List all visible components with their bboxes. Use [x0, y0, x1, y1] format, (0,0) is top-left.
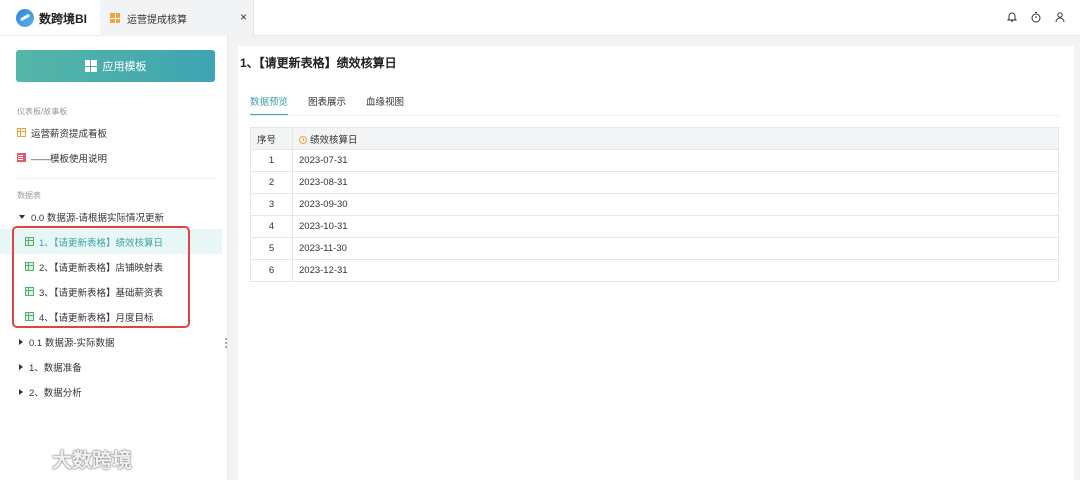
user-icon[interactable] [1054, 11, 1066, 23]
sidebar-item-template-guide[interactable]: ——模板使用说明 [0, 145, 222, 170]
table-row: 2 2023-08-31 [250, 171, 1059, 194]
timer-icon[interactable] [1030, 11, 1042, 23]
cell-date: 2023-10-31 [292, 215, 1059, 238]
document-icon [17, 153, 26, 162]
content-tabs: 数据预览 图表展示 血缘视图 [250, 94, 424, 116]
folder-datasource-actual[interactable]: 0.1 数据源-实际数据 [0, 329, 222, 354]
tab-chart-display[interactable]: 图表展示 [308, 94, 346, 116]
caret-right-icon[interactable] [19, 338, 23, 345]
section-dashboards-label: 仪表板/故事板 [17, 107, 68, 116]
app-logo[interactable]: 数跨境BI [0, 0, 100, 36]
row-index: 1 [250, 149, 293, 172]
sidebar: 应用模板 仪表板/故事板 运营薪资提成看板 ——模板使用说明 数据表 0.0 数… [0, 36, 228, 480]
apply-template-button[interactable]: 应用模板 [16, 50, 215, 82]
folder-data-prep[interactable]: 1、数据准备 [0, 354, 222, 379]
row-index: 6 [250, 259, 293, 282]
page-title: 1、【请更新表格】绩效核算日 [240, 56, 397, 70]
table-item-label: 4、【请更新表格】月度目标 [39, 312, 154, 324]
cell-date: 2023-09-30 [292, 193, 1059, 216]
watermark: 大数跨境 [8, 444, 132, 473]
table-header-row: 序号 绩效核算日 [250, 127, 1059, 150]
table-item-base-salary[interactable]: 3、【请更新表格】基础薪资表 [0, 279, 222, 304]
divider [16, 178, 216, 179]
folder-label: 0.0 数据源-请根据实际情况更新 [31, 212, 165, 224]
section-tables-label: 数据表 [17, 191, 41, 200]
top-icons [1006, 11, 1066, 23]
dashboard-icon [110, 13, 120, 23]
close-icon[interactable]: × [240, 11, 247, 23]
main-panel: 1、【请更新表格】绩效核算日 数据预览 图表展示 血缘视图 序号 绩效核算日 1… [238, 46, 1074, 480]
cell-date: 2023-11-30 [292, 237, 1059, 260]
folder-label: 2、数据分析 [29, 387, 82, 399]
folder-label: 1、数据准备 [29, 362, 82, 374]
dashboard-icon [17, 128, 26, 137]
column-header-date[interactable]: 绩效核算日 [292, 127, 1059, 150]
column-header-label: 绩效核算日 [310, 134, 358, 146]
table-item-shop-mapping[interactable]: 2、【请更新表格】店铺映射表 [0, 254, 222, 279]
tab-data-preview[interactable]: 数据预览 [250, 94, 289, 116]
logo-icon [16, 9, 34, 27]
caret-right-icon[interactable] [19, 388, 23, 395]
table-row: 1 2023-07-31 [250, 149, 1059, 172]
cell-date: 2023-07-31 [292, 149, 1059, 172]
sidebar-item-label: ——模板使用说明 [31, 153, 108, 165]
sidebar-resize-handle[interactable] [225, 338, 228, 348]
template-icon [84, 60, 97, 72]
table-icon [25, 237, 34, 246]
row-index: 3 [250, 193, 293, 216]
sidebar-item-dashboard[interactable]: 运营薪资提成看板 [0, 120, 222, 145]
sidebar-item-label: 运营薪资提成看板 [31, 128, 108, 140]
table-item-label: 1、【请更新表格】绩效核算日 [39, 237, 164, 249]
table-row: 4 2023-10-31 [250, 215, 1059, 238]
table-item-performance-date[interactable]: 1、【请更新表格】绩效核算日 [0, 229, 222, 254]
row-index: 2 [250, 171, 293, 194]
data-table: 序号 绩效核算日 1 2023-07-31 2 2023-08-31 3 2023-0… [250, 127, 1059, 282]
table-row: 5 2023-11-30 [250, 237, 1059, 260]
column-header-index[interactable]: 序号 [250, 127, 293, 150]
table-item-label: 2、【请更新表格】店铺映射表 [39, 262, 164, 274]
bell-icon[interactable] [1006, 11, 1018, 23]
row-index: 4 [250, 215, 293, 238]
table-icon [25, 262, 34, 271]
folder-label: 0.1 数据源-实际数据 [29, 337, 115, 349]
watermark-text: 大数跨境 [52, 450, 132, 472]
folder-data-analysis[interactable]: 2、数据分析 [0, 379, 222, 404]
folder-datasource-update[interactable]: 0.0 数据源-请根据实际情况更新 [0, 204, 222, 229]
tab-operation-commission[interactable]: 运营提成核算 × [100, 0, 254, 36]
caret-down-icon[interactable] [19, 214, 25, 219]
watermark-logo-icon [11, 446, 48, 468]
table-icon [25, 287, 34, 296]
app-name: 数跨境BI [39, 11, 88, 26]
cell-date: 2023-12-31 [292, 259, 1059, 282]
table-row: 6 2023-12-31 [250, 259, 1059, 282]
tab-label: 运营提成核算 [127, 14, 187, 26]
table-item-monthly-target[interactable]: 4、【请更新表格】月度目标 [0, 304, 222, 329]
table-item-label: 3、【请更新表格】基础薪资表 [39, 287, 164, 299]
table-row: 3 2023-09-30 [250, 193, 1059, 216]
apply-template-label: 应用模板 [102, 61, 147, 73]
table-icon [25, 312, 34, 321]
row-index: 5 [250, 237, 293, 260]
tabs-divider [250, 115, 1059, 116]
clock-icon [299, 135, 307, 144]
top-bar: 数跨境BI 运营提成核算 × [0, 0, 1080, 36]
cell-date: 2023-08-31 [292, 171, 1059, 194]
caret-right-icon[interactable] [19, 363, 23, 370]
tab-lineage-view[interactable]: 血缘视图 [366, 94, 404, 116]
